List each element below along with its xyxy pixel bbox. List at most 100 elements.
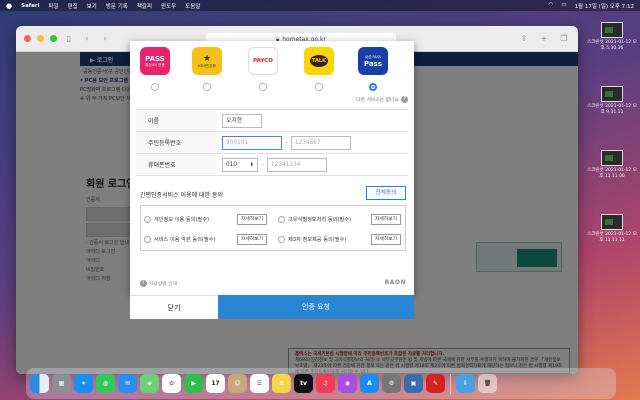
notes-icon[interactable]: ≡ <box>272 374 291 393</box>
rrn-row: 주민등록번호 900101 - 1234567 <box>136 131 408 154</box>
usage-guide-text: 사용방법 안내 <box>149 282 178 287</box>
music-icon[interactable]: ♫ <box>316 374 335 393</box>
menu-bookmarks[interactable]: 책갈피 <box>137 2 152 10</box>
name-cell: 오지현 <box>216 109 408 132</box>
podcasts-icon[interactable]: ◉ <box>338 374 357 393</box>
consent-radio[interactable] <box>144 215 151 223</box>
downloads-icon[interactable]: ⇩ <box>456 374 475 393</box>
raon-logo: RAON <box>384 279 406 286</box>
menu-edit[interactable]: 편집 <box>68 2 78 10</box>
clock[interactable]: 1월 17일 (일) 오후 7:12 <box>575 2 634 10</box>
tv-icon[interactable]: tv <box>294 374 313 393</box>
reminders-icon[interactable]: ☰ <box>250 374 269 393</box>
new-tab-icon[interactable]: + <box>538 34 550 43</box>
auth-request-button[interactable]: 인증 요청 <box>218 295 414 319</box>
desktop-file[interactable]: 스크린샷 2021-01-12 오후 5.30.36 <box>587 22 637 78</box>
consent-item[interactable]: 서비스 이용 약관 동의(필수) 자세히보기 <box>141 230 271 248</box>
close-button[interactable]: 닫기 <box>130 295 218 319</box>
consent-radio[interactable] <box>144 235 151 243</box>
provider-pass[interactable]: PASS 통신3사 인증 <box>140 41 170 111</box>
sidebar-icon[interactable]: ▯ <box>63 34 75 43</box>
consent-radio[interactable] <box>278 235 285 243</box>
consent-item[interactable]: 제3자 정보제공 동의(필수) 자세히보기 <box>275 230 405 248</box>
consent-item[interactable]: 개인정보 이용 동의(필수) 자세히보기 <box>141 210 271 228</box>
consent-detail-button[interactable]: 자세히보기 <box>370 233 401 245</box>
menu-view[interactable]: 보기 <box>87 2 97 10</box>
provider-name: Pass <box>364 59 382 68</box>
provider-radio[interactable] <box>259 83 267 91</box>
app-store-icon[interactable]: A <box>360 374 379 393</box>
rrn-front-input[interactable]: 900101 <box>222 135 282 150</box>
consent-item[interactable]: 고유식별정보처리 동의(필수) 자세히보기 <box>275 210 405 228</box>
battery-icon[interactable]: ▭ <box>561 2 566 10</box>
tabs-icon[interactable]: ❐ <box>558 34 570 43</box>
contacts-icon[interactable]: ☺ <box>228 374 247 393</box>
provider-sub: KB국민은행 <box>198 63 216 68</box>
trash-icon[interactable]: 🗑︎ <box>478 374 497 393</box>
acrobat-icon[interactable]: ✎ <box>426 374 445 393</box>
provider-radio[interactable] <box>203 83 211 91</box>
close-window-button[interactable] <box>24 35 31 42</box>
samsung-pass-logo-icon: 삼성 PASS Pass <box>358 47 388 75</box>
mail-icon[interactable]: ✉ <box>118 374 137 393</box>
rrn-back-input[interactable]: 1234567 <box>290 135 351 150</box>
menu-file[interactable]: 파일 <box>48 2 58 10</box>
share-icon[interactable]: ⇪ <box>518 34 530 43</box>
phone-cell: 010 ⬍ - 12341234 <box>216 153 408 176</box>
provider-name: PAYCO <box>253 58 273 64</box>
phone-number-input[interactable]: 12341234 <box>266 157 327 172</box>
screenshot-thumbnail <box>601 150 623 166</box>
consent-radio[interactable] <box>278 215 285 223</box>
consent-detail-button[interactable]: 자세히보기 <box>236 233 267 245</box>
provider-radio-selected[interactable] <box>369 83 377 91</box>
forward-icon[interactable]: › <box>99 34 111 43</box>
back-icon[interactable]: ‹ <box>81 34 93 43</box>
kb-star-icon: ★ <box>202 53 212 64</box>
pass-logo-icon: PASS 통신3사 인증 <box>140 47 170 75</box>
menu-help[interactable]: 도움말 <box>185 2 200 10</box>
consent-list: 개인정보 이용 동의(필수) 자세히보기 고유식별정보처리 동의(필수) 자세히… <box>140 205 406 251</box>
rrn-label: 주민등록번호 <box>136 131 216 154</box>
provider-radio[interactable] <box>151 83 159 91</box>
apple-icon[interactable]: ● <box>6 2 12 10</box>
maps-icon[interactable]: ◈ <box>140 374 159 393</box>
consent-detail-button[interactable]: 자세히보기 <box>370 213 401 225</box>
provider-name: PASS <box>145 54 165 63</box>
file-label: 스크린샷 2021-01-12 오후 5.30.36 <box>587 40 637 51</box>
preview-icon[interactable]: ▣ <box>404 374 423 393</box>
minimize-window-button[interactable] <box>37 35 44 42</box>
zoom-window-button[interactable] <box>50 35 57 42</box>
calendar-icon[interactable]: 17 <box>206 374 225 393</box>
photos-icon[interactable]: ✿ <box>162 374 181 393</box>
desktop-file[interactable]: 스크린샷 2021-01-12 오후 9.31.11 <box>587 86 637 142</box>
system-preferences-icon[interactable]: ⚙ <box>382 374 401 393</box>
facetime-icon[interactable]: ▶ <box>184 374 203 393</box>
wifi-icon[interactable]: ◠ <box>549 2 554 10</box>
desktop-file[interactable]: 스크린샷 2021-01-12 오후 11.11.00 <box>587 150 637 206</box>
provider-payco[interactable]: PAYCO <box>248 41 278 111</box>
other-services-link[interactable]: 다른 서비스는 없나요 ? <box>356 96 408 103</box>
desktop-screenshots: 스크린샷 2021-01-12 오후 5.30.36 스크린샷 2021-01-… <box>587 14 637 270</box>
launchpad-icon[interactable]: ▦ <box>52 374 71 393</box>
usage-guide-link[interactable]: i 사용방법 안내 <box>140 280 177 287</box>
provider-sub: 통신3사 인증 <box>145 62 165 67</box>
name-label: 이름 <box>136 109 216 132</box>
messages-icon[interactable]: ◍ <box>96 374 115 393</box>
desktop-file[interactable]: 스크린샷 2021-01-12 오후 11.11.11 <box>587 214 637 270</box>
chevron-down-icon: ⬍ <box>249 161 254 168</box>
finder-icon[interactable] <box>30 374 49 393</box>
menu-app-name[interactable]: Safari <box>21 3 39 9</box>
consent-detail-button[interactable]: 자세히보기 <box>236 213 267 225</box>
file-label: 스크린샷 2021-01-12 오후 11.11.11 <box>587 232 637 243</box>
provider-kakao[interactable]: TALK <box>304 41 334 111</box>
name-input[interactable]: 오지현 <box>222 113 262 128</box>
agree-all-button[interactable]: 전체동의 <box>366 186 406 200</box>
provider-radio[interactable] <box>315 83 323 91</box>
provider-kb[interactable]: ★ KB국민은행 <box>192 41 222 111</box>
phone-prefix-select[interactable]: 010 ⬍ <box>222 157 258 172</box>
auth-provider-list: PASS 통신3사 인증 ★ KB국민은행 PAYCO TALK 삼성 PASS… <box>130 41 414 111</box>
menu-history[interactable]: 방문 기록 <box>106 2 128 10</box>
menu-window[interactable]: 윈도우 <box>161 2 176 10</box>
consent-label: 제3자 정보제공 동의(필수) <box>288 236 347 243</box>
safari-icon[interactable]: ✶ <box>74 374 93 393</box>
